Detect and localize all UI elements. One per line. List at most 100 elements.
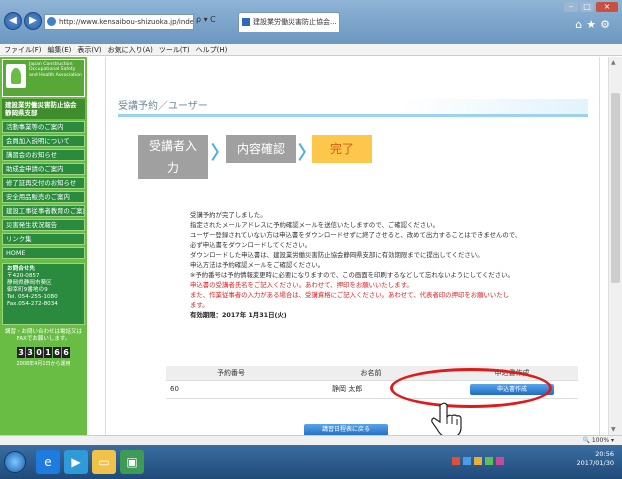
sidebar-item-subsidy[interactable]: 助成金申請のご案内 (2, 163, 85, 175)
sidebar-item-membership[interactable]: 会員加入説明について (2, 135, 85, 147)
menu-help[interactable]: ヘルプ(H) (196, 44, 228, 55)
contact-address2: 御幸町9番地の9 (7, 287, 48, 293)
step1-line2: 力 (166, 161, 179, 175)
contact-address1: 静岡県静岡市葵区 (7, 280, 52, 286)
pointer-hand-icon (431, 402, 462, 438)
msg-line: 申込方法は予約確認メールをご確認ください。 (190, 261, 325, 269)
tray-icon[interactable] (496, 457, 504, 465)
association-name: 建設業労働災害防止協会 静岡県支部 (2, 99, 85, 119)
browser-chrome: – □ × ◀ ▶ http://www.kensaibou-shizuoka.… (0, 0, 622, 44)
counter-digit: 3 (26, 347, 34, 358)
window-controls: – □ × (564, 2, 618, 12)
counter-note: 2008年4月1日から運用 (16, 361, 71, 367)
col-reservation-number: 予約番号 (166, 366, 296, 381)
menu-view[interactable]: 表示(V) (77, 44, 101, 55)
logo-mark-icon (6, 64, 26, 88)
scroll-up-icon[interactable]: ▲ (611, 59, 616, 66)
contact-box: お問合せ先 〒420-0857 静岡県静岡市葵区 御幸町9番地の9 Tel. 0… (2, 263, 85, 325)
counter-digit: 6 (53, 347, 61, 358)
media-app-icon[interactable]: ▶ (64, 450, 88, 474)
ie-app-icon[interactable]: e (36, 450, 60, 474)
new-tab-button[interactable] (342, 12, 360, 32)
step-complete: 完了 (312, 135, 372, 163)
msg-line: 指定されたメールアドレスに予約確認メールを送信いたしますので、ご確認ください。 (190, 221, 439, 229)
association-logo[interactable]: Japan Construction Occupational Safety a… (2, 59, 85, 97)
tray-icon[interactable] (463, 457, 471, 465)
contact-note: 講習・お問い合わせは電話又はFAXでお願いします。 (4, 329, 82, 342)
gear-icon[interactable]: ⚙ (600, 18, 614, 31)
tab-title: 建設業労働災害防止協会... (253, 18, 337, 26)
address-text: http://www.kensaibou-shizuoka.jp/index-2… (59, 18, 194, 26)
scroll-down-icon[interactable]: ▼ (611, 426, 616, 433)
contact-fax: Fax.054-272-8034 (7, 301, 58, 307)
sidebar-item-home[interactable]: HOME (2, 247, 85, 259)
logo-english-text: Japan Construction Occupational Safety a… (29, 62, 82, 78)
maximize-button[interactable]: □ (580, 2, 594, 12)
step-confirm: 内容確認 (226, 135, 296, 163)
msg-line: 受講予約が完了しました。 (190, 211, 267, 219)
back-arrow-icon[interactable]: ◀ (4, 12, 22, 30)
sidebar-item-links[interactable]: リンク集 (2, 233, 85, 245)
back-to-schedule-button[interactable]: 講習日程表に戻る (304, 424, 388, 435)
msg-warning: ます。 (190, 301, 209, 309)
clock-date: 2017/01/30 (576, 459, 614, 467)
visitor-counter: 3 3 0 1 6 6 (0, 347, 87, 358)
step1-line1: 受講者入 (148, 139, 197, 153)
address-controls[interactable]: ρ ▾ C (196, 15, 216, 24)
menu-edit[interactable]: 編集(E) (48, 44, 72, 55)
contact-title: お問合せ先 (7, 266, 35, 272)
sidebar-item-activities[interactable]: 活動事業等のご案内 (2, 121, 85, 133)
image-app-icon[interactable]: ▣ (120, 450, 144, 474)
counter-digit: 1 (44, 347, 52, 358)
zoom-level[interactable]: 🔍 100% ▾ (583, 437, 614, 444)
msg-line: ダウンロードした申込書は、建設業労働災害防止協会静岡県支部に有効期限までに提出し… (190, 251, 484, 259)
forward-arrow-icon[interactable]: ▶ (24, 12, 42, 30)
msg-warning: また、作業従事者の入力がある場合は、受講資格にご記入ください。あわせて、代表者印… (190, 291, 510, 299)
msg-line: ※予約番号は予約情報変更時に必要になりますので、この画面を印刷するなどして忘れな… (190, 271, 514, 279)
home-icon[interactable]: ⌂ (575, 18, 586, 31)
contact-tel: Tel. 054-255-1080 (7, 294, 58, 300)
menu-file[interactable]: ファイル(F) (4, 44, 42, 55)
expiry-date: 有効期限：2017年 1月31日(火) (190, 311, 287, 319)
sidebar-item-safety-goods[interactable]: 安全用品販売のご案内 (2, 191, 85, 203)
sidebar-item-certificate[interactable]: 修了証再交付のお知らせ (2, 177, 85, 189)
msg-warning: 申込書の受講者氏名をご記入ください。あわせて、押印をお願いいたします。 (190, 281, 413, 289)
sidebar-item-education[interactable]: 建設工事従事者教育のご案内 (2, 205, 85, 217)
menu-favorites[interactable]: お気に入り(A) (108, 44, 153, 55)
browser-tab-active[interactable]: 建設業労働災害防止協会... × (238, 12, 340, 32)
counter-digit: 6 (62, 347, 70, 358)
tray-icon[interactable] (485, 457, 493, 465)
contact-zip: 〒420-0857 (7, 273, 40, 279)
zoom-value: 100% (591, 437, 610, 444)
section-title: 受講予約／ユーザー (118, 99, 588, 117)
completion-message: 受講予約が完了しました。 指定されたメールアドレスに予約確認メールを送信いたしま… (190, 210, 580, 320)
scrollbar-thumb[interactable] (611, 93, 620, 283)
menu-tools[interactable]: ツール(T) (159, 44, 190, 55)
tray-icon[interactable] (474, 457, 482, 465)
sidebar: Japan Construction Occupational Safety a… (0, 57, 87, 435)
step-user-input: 受講者入 力 (138, 135, 208, 179)
sidebar-item-accident-report[interactable]: 災害発生状況報告 (2, 219, 85, 231)
status-bar: 🔍 100% ▾ (0, 435, 622, 445)
close-window-button[interactable]: × (596, 2, 618, 12)
system-tray-icons[interactable] (452, 457, 504, 465)
minimize-button[interactable]: – (564, 2, 578, 12)
clock[interactable]: 20:56 2017/01/30 (577, 450, 614, 468)
tray-icon[interactable] (452, 457, 460, 465)
taskbar: e ▶ ▭ ▣ 20:56 2017/01/30 (0, 445, 622, 479)
star-icon[interactable]: ★ (586, 18, 600, 31)
address-bar[interactable]: http://www.kensaibou-shizuoka.jp/index-2… (44, 14, 194, 30)
counter-digit: 3 (17, 347, 25, 358)
msg-line: 必ず申込書をダウンロードしてください。 (190, 241, 312, 249)
highlight-ellipse (390, 368, 552, 408)
site-favicon-icon (242, 18, 250, 26)
msg-line: ユーザー登録されていない方は申込書をダウンロードせずに終了させると、改めて出力す… (190, 231, 522, 239)
menu-bar: ファイル(F) 編集(E) 表示(V) お気に入り(A) ツール(T) ヘルプ(… (0, 44, 622, 56)
cell-reservation-number: 60 (166, 380, 296, 399)
browser-tool-icons[interactable]: ⌂★⚙ (575, 18, 614, 31)
vertical-scrollbar[interactable]: ▲ ▼ (608, 57, 622, 435)
folder-app-icon[interactable]: ▭ (92, 450, 116, 474)
sidebar-item-courses[interactable]: 講習会のお知らせ (2, 149, 85, 161)
counter-digit: 0 (35, 347, 43, 358)
start-button-icon[interactable] (4, 451, 26, 473)
